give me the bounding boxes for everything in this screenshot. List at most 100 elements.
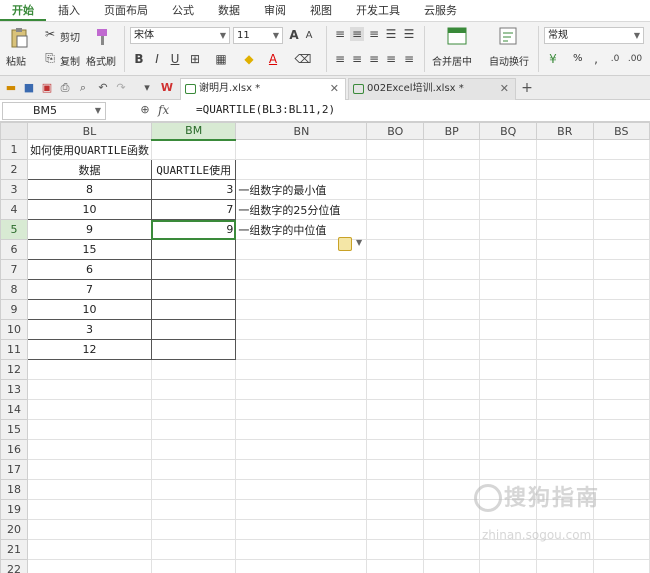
cell[interactable] — [150, 459, 237, 480]
cell[interactable] — [27, 459, 152, 480]
open-folder-icon[interactable]: ▬ — [4, 81, 18, 95]
cell[interactable] — [150, 379, 237, 400]
row-header[interactable]: 6 — [0, 239, 28, 260]
cell[interactable] — [423, 359, 481, 380]
cell[interactable] — [235, 259, 368, 280]
close-icon[interactable]: ✕ — [500, 79, 509, 99]
row-header[interactable]: 10 — [0, 319, 28, 340]
wps-logo-icon[interactable]: W — [160, 81, 174, 95]
col-header-bl[interactable]: BL — [27, 122, 152, 140]
col-header-bs[interactable]: BS — [592, 122, 650, 140]
outdent-icon[interactable]: ☰ — [402, 27, 416, 41]
cell[interactable] — [479, 319, 538, 340]
row-header[interactable]: 14 — [0, 399, 28, 420]
cell-data[interactable]: 10 — [27, 299, 152, 320]
menu-tab-cloud[interactable]: 云服务 — [412, 0, 469, 21]
cell[interactable] — [536, 259, 594, 280]
row-header[interactable]: 16 — [0, 439, 28, 460]
cell[interactable] — [235, 399, 368, 420]
cell[interactable] — [27, 479, 152, 500]
cell[interactable] — [536, 239, 594, 260]
cell-result[interactable] — [150, 299, 237, 320]
cell[interactable] — [235, 359, 368, 380]
cut-button[interactable]: 剪切 — [60, 29, 80, 44]
align-bottom-icon[interactable]: ≡ — [367, 27, 381, 41]
cell[interactable] — [592, 179, 650, 200]
cell[interactable] — [366, 399, 425, 420]
cell[interactable] — [479, 539, 538, 560]
currency-icon[interactable]: ¥ — [546, 52, 560, 66]
cell-header-data[interactable]: 数据 — [27, 159, 152, 180]
cell[interactable] — [479, 359, 538, 380]
cell[interactable] — [366, 219, 425, 240]
merge-center-icon[interactable] — [446, 26, 468, 46]
col-header-br[interactable]: BR — [536, 122, 594, 140]
cell[interactable] — [366, 159, 425, 180]
cell[interactable] — [479, 159, 538, 180]
cell[interactable] — [27, 359, 152, 380]
cell[interactable] — [27, 499, 152, 520]
undo-icon[interactable]: ↶ — [96, 81, 110, 95]
row-header[interactable]: 5 — [0, 219, 28, 240]
cell[interactable] — [479, 279, 538, 300]
cell[interactable] — [366, 359, 425, 380]
align-center-icon[interactable]: ≡ — [350, 52, 364, 66]
menu-tab-insert[interactable]: 插入 — [46, 0, 92, 21]
cell[interactable] — [592, 139, 650, 160]
cell-data[interactable]: 6 — [27, 259, 152, 280]
paste-button[interactable]: 粘贴 — [6, 53, 26, 68]
cell[interactable] — [592, 459, 650, 480]
cell[interactable] — [27, 559, 152, 573]
col-header-bq[interactable]: BQ — [479, 122, 538, 140]
copy-button[interactable]: 复制 — [60, 53, 80, 68]
cell[interactable] — [536, 419, 594, 440]
percent-button[interactable]: % — [573, 53, 583, 64]
align-middle-icon[interactable]: ≡ — [350, 27, 364, 41]
cell-result[interactable]: 3 — [150, 179, 237, 200]
cell[interactable] — [536, 439, 594, 460]
cell[interactable] — [150, 499, 237, 520]
cell[interactable] — [27, 379, 152, 400]
decrease-font-icon[interactable]: A — [303, 29, 315, 41]
cell[interactable] — [235, 439, 368, 460]
cell[interactable] — [366, 339, 425, 360]
paste-options-icon[interactable] — [338, 237, 352, 251]
cell[interactable] — [592, 559, 650, 573]
cell[interactable] — [366, 519, 425, 540]
row-header[interactable]: 13 — [0, 379, 28, 400]
menu-tab-home[interactable]: 开始 — [0, 0, 46, 21]
cell-result[interactable]: 7 — [150, 199, 237, 220]
cell[interactable] — [235, 539, 368, 560]
cell[interactable] — [536, 359, 594, 380]
cell-result[interactable] — [150, 319, 237, 340]
bold-icon[interactable]: B — [132, 52, 146, 66]
underline-icon[interactable]: U — [168, 52, 182, 66]
cell[interactable] — [592, 279, 650, 300]
cell-note[interactable]: 一组数字的最小值 — [235, 179, 368, 200]
row-header[interactable]: 11 — [0, 339, 28, 360]
align-left-icon[interactable]: ≡ — [333, 52, 347, 66]
cell-data[interactable]: 7 — [27, 279, 152, 300]
row-header[interactable]: 12 — [0, 359, 28, 380]
close-icon[interactable]: ✕ — [330, 79, 339, 99]
indent-icon[interactable]: ☰ — [384, 27, 398, 41]
cell[interactable] — [423, 239, 481, 260]
cell[interactable] — [536, 179, 594, 200]
cell[interactable] — [592, 239, 650, 260]
name-box[interactable]: BM5 ▼ — [2, 102, 106, 120]
doc-tab-active[interactable]: 谢明月.xlsx * ✕ — [180, 78, 346, 100]
row-header[interactable]: 17 — [0, 459, 28, 480]
cell[interactable] — [150, 419, 237, 440]
cell-data[interactable]: 10 — [27, 199, 152, 220]
new-tab-plus-icon[interactable]: + — [520, 81, 534, 95]
cell[interactable] — [366, 279, 425, 300]
cell-result[interactable] — [150, 259, 237, 280]
cell[interactable] — [423, 199, 481, 220]
cell[interactable] — [536, 299, 594, 320]
row-header[interactable]: 18 — [0, 479, 28, 500]
cell[interactable] — [536, 159, 594, 180]
cell[interactable] — [150, 359, 237, 380]
cell[interactable] — [366, 199, 425, 220]
cell[interactable] — [479, 379, 538, 400]
cell[interactable] — [423, 159, 481, 180]
